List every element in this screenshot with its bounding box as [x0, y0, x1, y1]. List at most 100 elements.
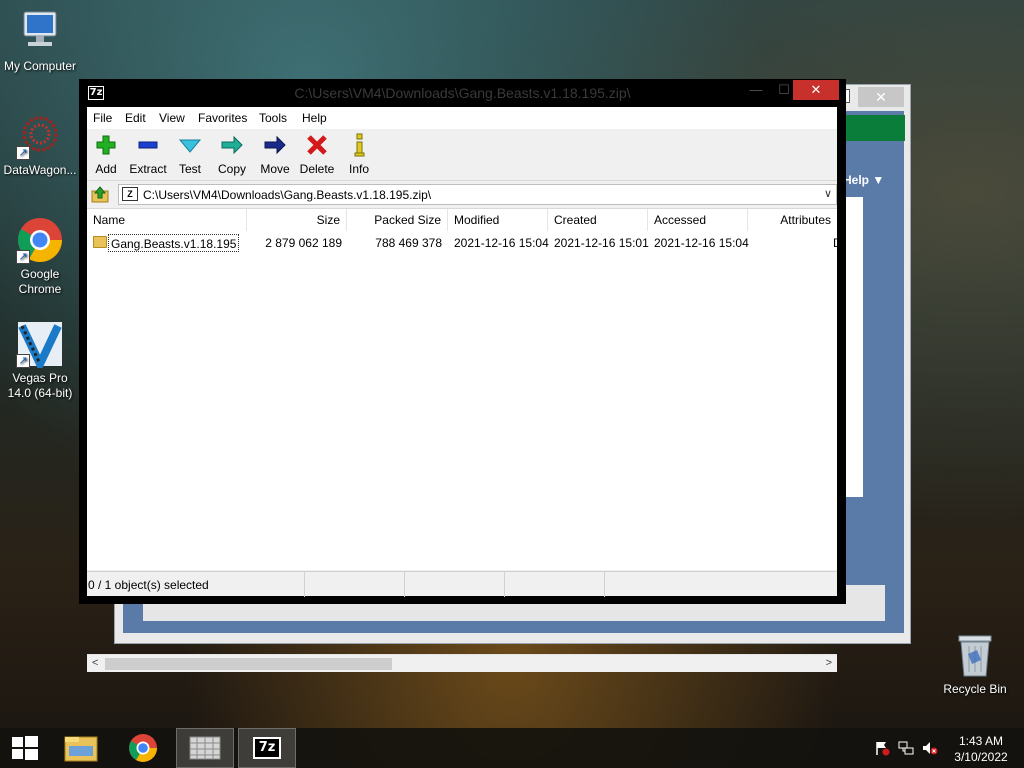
chevron-down-icon[interactable]: ∨: [824, 187, 832, 200]
desktop-icon-label: Vegas Pro 14.0 (64-bit): [7, 371, 73, 400]
menu-edit[interactable]: Edit: [125, 111, 146, 125]
delete-button[interactable]: Delete: [299, 133, 335, 176]
info-button[interactable]: Info: [346, 133, 372, 176]
taskbar-7zip[interactable]: 7z: [238, 728, 296, 768]
add-label: Add: [95, 162, 117, 176]
delete-icon: [299, 133, 335, 157]
status-segment-4: [505, 572, 605, 597]
menu-tools[interactable]: Tools: [259, 111, 287, 125]
column-header-attributes[interactable]: Attributes: [748, 209, 837, 231]
extract-button[interactable]: Extract: [129, 133, 167, 176]
window-title: C:\Users\VM4\Downloads\Gang.Beasts.v1.18…: [294, 85, 631, 101]
folder-up-icon[interactable]: [91, 185, 109, 203]
taskbar: 7z 1:43 AM 3/10/2022: [0, 728, 1024, 768]
row-size: 2 879 062 189: [265, 236, 342, 250]
taskbar-chrome[interactable]: [114, 728, 172, 768]
menu-favorites[interactable]: Favorites: [198, 111, 247, 125]
maximize-button[interactable]: ☐: [774, 80, 794, 100]
status-segment-2: [305, 572, 405, 597]
status-text: 0 / 1 object(s) selected: [88, 578, 209, 592]
recycle-bin-icon: [955, 632, 995, 678]
computer-icon: [16, 8, 64, 56]
taskbar-clock[interactable]: 1:43 AM 3/10/2022: [950, 733, 1012, 765]
add-button[interactable]: Add: [93, 133, 119, 176]
scroll-right-icon[interactable]: >: [826, 657, 832, 669]
network-icon[interactable]: [898, 740, 914, 756]
copy-button[interactable]: Copy: [218, 133, 246, 176]
copy-label: Copy: [218, 162, 247, 176]
toolbar: Add Extract Test Copy Move Delete Info: [87, 129, 837, 181]
address-path: C:\Users\VM4\Downloads\Gang.Beasts.v1.18…: [143, 188, 432, 202]
move-icon: [259, 133, 291, 157]
window-thumb-icon: [189, 736, 221, 760]
move-button[interactable]: Move: [259, 133, 291, 176]
status-bar: 0 / 1 object(s) selected: [87, 571, 837, 597]
extract-icon: [129, 133, 167, 157]
volume-muted-icon[interactable]: [922, 740, 938, 756]
column-header-modified[interactable]: Modified: [448, 209, 548, 231]
shortcut-arrow-icon: ↗: [16, 146, 30, 160]
info-icon: [346, 133, 372, 157]
info-label: Info: [348, 162, 369, 176]
test-button[interactable]: Test: [178, 133, 202, 176]
7zip-window[interactable]: 7z C:\Users\VM4\Downloads\Gang.Beasts.v1…: [79, 79, 846, 672]
status-segment-3: [405, 572, 505, 597]
extract-label: Extract: [129, 162, 167, 176]
column-header-accessed[interactable]: Accessed: [648, 209, 748, 231]
file-list[interactable]: Name Size Packed Size Modified Created A…: [87, 208, 837, 672]
desktop-icon-label: Recycle Bin: [943, 682, 1007, 696]
desktop-icon-recycle-bin[interactable]: Recycle Bin: [938, 632, 1012, 696]
windows-logo-icon: [12, 736, 38, 760]
vegas-icon: ↗: [16, 320, 64, 374]
taskbar-file-explorer[interactable]: [52, 728, 110, 768]
scroll-thumb[interactable]: [105, 658, 392, 670]
address-field[interactable]: Z C:\Users\VM4\Downloads\Gang.Beasts.v1.…: [118, 184, 837, 205]
desktop-icon-datawagon[interactable]: ↗ DataWagon...: [0, 112, 80, 178]
row-modified: 2021-12-16 15:04: [454, 236, 549, 250]
menu-bar: File Edit View Favorites Tools Help: [87, 107, 837, 129]
chrome-icon: ↗: [16, 216, 64, 264]
delete-label: Delete: [299, 162, 335, 176]
titlebar[interactable]: 7z C:\Users\VM4\Downloads\Gang.Beasts.v1…: [79, 79, 846, 106]
taskbar-app-window[interactable]: [176, 728, 234, 768]
flag-icon[interactable]: [874, 740, 890, 756]
menu-view[interactable]: View: [159, 111, 185, 125]
copy-icon: [218, 133, 246, 157]
folder-icon: [93, 236, 107, 248]
background-window-close-button[interactable]: ✕: [858, 87, 904, 107]
zip-archive-icon: Z: [122, 187, 138, 201]
menu-file[interactable]: File: [93, 111, 112, 125]
status-segment-selection: 0 / 1 object(s) selected: [87, 572, 305, 597]
desktop-icon-google-chrome[interactable]: ↗ Google Chrome: [0, 216, 80, 297]
row-attributes: D: [833, 234, 837, 252]
window-client-area: File Edit View Favorites Tools Help Add …: [87, 107, 837, 672]
address-bar: Z C:\Users\VM4\Downloads\Gang.Beasts.v1.…: [87, 182, 837, 207]
desktop-icon-label: My Computer: [3, 59, 77, 73]
horizontal-scrollbar[interactable]: < >: [87, 654, 837, 672]
close-button[interactable]: ✕: [793, 80, 839, 100]
shortcut-arrow-icon: ↗: [16, 250, 30, 264]
background-window-panel: [845, 197, 863, 497]
column-header-packed-size[interactable]: Packed Size: [347, 209, 448, 231]
desktop-icon-my-computer[interactable]: My Computer: [0, 8, 80, 74]
minimize-button[interactable]: —: [746, 80, 766, 100]
column-header-size[interactable]: Size: [247, 209, 347, 231]
menu-help[interactable]: Help: [302, 111, 327, 125]
background-window-help-menu[interactable]: Help ▼: [843, 173, 884, 187]
shortcut-arrow-icon: ↗: [16, 354, 30, 368]
column-header-created[interactable]: Created: [548, 209, 648, 231]
column-header-name[interactable]: Name: [87, 209, 247, 231]
row-packed-size: 788 469 378: [375, 236, 442, 250]
add-icon: [93, 133, 119, 157]
chrome-icon: [129, 734, 157, 762]
desktop-icon-label: Google Chrome: [18, 267, 62, 296]
desktop-icon-vegas-pro[interactable]: ↗ Vegas Pro 14.0 (64-bit): [0, 320, 80, 401]
folder-icon: [64, 736, 98, 762]
start-button[interactable]: [0, 728, 58, 768]
clock-date: 3/10/2022: [954, 750, 1008, 764]
7zip-icon: 7z: [253, 737, 281, 759]
scroll-left-icon[interactable]: <: [92, 657, 98, 669]
row-accessed: 2021-12-16 15:04: [654, 236, 749, 250]
clock-time: 1:43 AM: [958, 734, 1004, 748]
table-row[interactable]: Gang.Beasts.v1.18.195 2 879 062 189 788 …: [87, 234, 837, 252]
